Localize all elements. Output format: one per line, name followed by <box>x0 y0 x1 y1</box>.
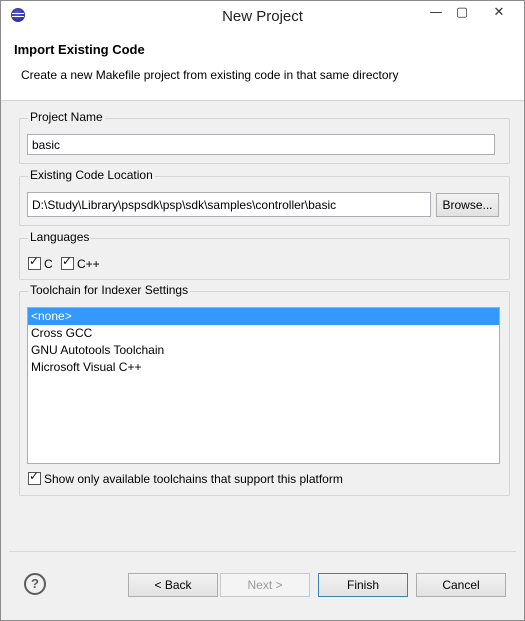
footer-divider <box>9 551 516 552</box>
help-icon[interactable]: ? <box>24 573 46 595</box>
checkbox-box[interactable]: ✓ <box>61 254 74 271</box>
code-location-group: Existing Code Location D:\Study\Library\… <box>19 168 510 226</box>
checkbox-box[interactable]: ✓ <box>28 254 41 271</box>
language-c-checkbox[interactable]: ✓ C <box>28 254 53 271</box>
cancel-button[interactable]: Cancel <box>416 573 506 597</box>
checkbox-box[interactable]: ✓ <box>28 469 41 486</box>
checkmark-icon: ✓ <box>29 254 40 269</box>
toolchain-filter-checkbox[interactable]: ✓ Show only available toolchains that sup… <box>28 469 343 486</box>
title-bar[interactable]: New Project — ▢ ✕ <box>1 1 524 32</box>
code-location-input[interactable]: D:\Study\Library\pspsdk\psp\sdk\samples\… <box>27 192 431 217</box>
toolchain-group: Toolchain for Indexer Settings <none> Cr… <box>19 283 510 496</box>
language-cpp-label: C++ <box>77 256 100 271</box>
toolchain-list[interactable]: <none> Cross GCC GNU Autotools Toolchain… <box>27 307 500 464</box>
checkmark-icon: ✓ <box>29 469 40 484</box>
toolchain-item[interactable]: Cross GCC <box>28 325 499 342</box>
project-name-label: Project Name <box>28 110 105 124</box>
page-description: Create a new Makefile project from exist… <box>21 68 399 82</box>
checkmark-icon: ✓ <box>62 254 73 269</box>
languages-group: Languages ✓ C ✓ C++ <box>19 230 510 280</box>
project-name-input[interactable]: basic <box>27 134 495 155</box>
back-button[interactable]: < Back <box>128 573 218 597</box>
toolchain-label: Toolchain for Indexer Settings <box>28 283 191 297</box>
browse-button[interactable]: Browse... <box>436 193 499 217</box>
page-title: Import Existing Code <box>14 42 145 57</box>
close-icon[interactable]: ✕ <box>481 3 517 25</box>
languages-label: Languages <box>28 230 92 244</box>
wizard-footer: ? < Back Next > Finish Cancel <box>9 554 516 612</box>
toolchain-item[interactable]: Microsoft Visual C++ <box>28 359 499 376</box>
finish-button[interactable]: Finish <box>318 573 408 597</box>
toolchain-item[interactable]: GNU Autotools Toolchain <box>28 342 499 359</box>
next-button[interactable]: Next > <box>220 573 310 597</box>
toolchain-filter-label: Show only available toolchains that supp… <box>44 471 343 486</box>
wizard-header: Import Existing Code Create a new Makefi… <box>1 32 524 101</box>
toolchain-item[interactable]: <none> <box>28 308 499 325</box>
wizard-content: Project Name basic Existing Code Locatio… <box>9 104 516 552</box>
project-name-group: Project Name basic <box>19 110 510 164</box>
code-location-label: Existing Code Location <box>28 168 155 182</box>
language-cpp-checkbox[interactable]: ✓ C++ <box>61 254 100 271</box>
language-c-label: C <box>44 256 53 271</box>
maximize-icon[interactable]: ▢ <box>447 3 477 25</box>
new-project-dialog: New Project — ▢ ✕ Import Existing Code C… <box>0 0 525 621</box>
